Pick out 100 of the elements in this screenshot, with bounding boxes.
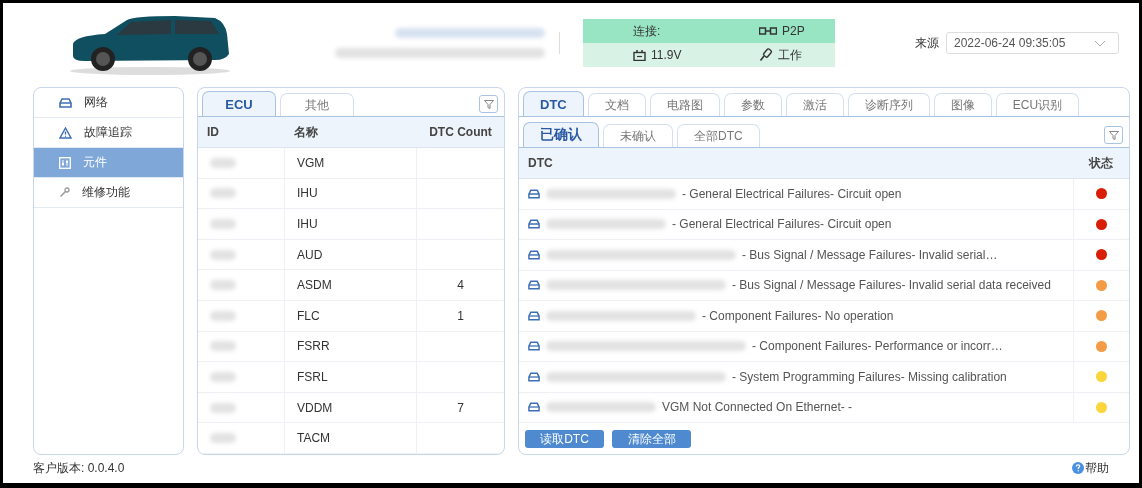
blurred-text	[210, 371, 236, 382]
table-cell: FLC	[285, 300, 417, 331]
ecu-row[interactable]: FSRL	[198, 362, 504, 393]
source-dropdown[interactable]: 2022-06-24 09:35:05	[946, 32, 1119, 54]
dtc-row[interactable]: - System Programming Failures- Missing calibration	[519, 362, 1129, 393]
car-icon	[528, 280, 540, 291]
battery-voltage: 11.9V	[651, 48, 682, 62]
column-header: DTC Count	[428, 125, 493, 139]
column-header: ID	[206, 125, 220, 139]
help-link[interactable]: 帮助	[1072, 459, 1109, 477]
table-cell-text: 7	[456, 399, 465, 417]
table-cell-text: 1	[456, 307, 465, 325]
dtc-row[interactable]: - General Electrical Failures- Circuit open	[519, 179, 1129, 210]
ignition-state: 工作	[778, 46, 802, 64]
table-cell: TACM	[285, 423, 417, 453]
client-version: 客户版本: 0.0.4.0	[33, 459, 125, 477]
source-label: 来源	[915, 34, 939, 52]
sliders-icon	[59, 156, 71, 169]
blurred-text	[210, 310, 236, 321]
help-icon	[1072, 462, 1084, 474]
ecu-tab[interactable]: 其他	[280, 93, 354, 116]
ecu-row[interactable]: VDDM 7	[198, 392, 504, 424]
connection-label: 连接:	[632, 22, 662, 40]
dtc-row[interactable]: - General Electrical Failures- Circuit open	[519, 209, 1129, 240]
sidebar-item[interactable]: 网络	[34, 88, 183, 118]
car-icon	[528, 371, 540, 382]
car-icon	[59, 97, 72, 108]
table-cell: FSRL	[285, 362, 417, 392]
car-icon	[528, 249, 540, 260]
dtc-description: - General Electrical Failures- Circuit open	[672, 217, 892, 232]
dtc-panel-tab[interactable]: 文档	[587, 93, 646, 116]
action-button[interactable]: 清除全部	[612, 430, 691, 448]
blurred-text	[210, 341, 236, 352]
dtc-description: - General Electrical Failures- Circuit open	[682, 186, 902, 201]
chevron-down-icon	[1094, 39, 1106, 47]
blurred-text	[210, 402, 236, 413]
table-cell: AUD	[285, 239, 417, 270]
dtc-panel-tab[interactable]: ECU识别	[995, 93, 1080, 116]
filter-button[interactable]	[479, 95, 498, 113]
sidebar-item[interactable]: 维修功能	[34, 178, 183, 208]
dtc-description: - Bus Signal / Message Failures- Invalid serial…	[742, 247, 998, 262]
dtc-panel-tab[interactable]: 参数	[723, 93, 782, 116]
blurred-text	[210, 433, 236, 444]
blurred-text	[210, 188, 236, 199]
dtc-description: - Bus Signal / Message Failures- Invalid serial data received	[732, 278, 1051, 293]
dtc-filter-tab[interactable]: 全部DTC	[677, 124, 760, 147]
table-cell: IHU	[285, 209, 417, 239]
battery-icon	[633, 49, 646, 61]
blurred-text	[210, 280, 236, 291]
key-icon	[759, 48, 773, 62]
car-icon	[528, 310, 540, 321]
ecu-row[interactable]: VGM	[198, 148, 504, 179]
dtc-row[interactable]: - Bus Signal / Message Failures- Invalid serial…	[519, 240, 1129, 271]
dtc-filter-tab[interactable]: 未确认	[603, 124, 673, 147]
filter-icon	[483, 99, 494, 109]
blurred-text	[210, 219, 236, 229]
dtc-description: - Component Failures- Performance or incorr…	[752, 339, 1003, 354]
blurred-text	[210, 157, 236, 168]
dtc-row[interactable]: - Component Failures- No operation	[519, 301, 1129, 332]
wrench-icon	[59, 187, 70, 198]
dtc-panel-tab[interactable]: DTC	[523, 91, 584, 116]
ecu-row[interactable]: TACM	[198, 423, 504, 454]
dtc-panel-tab[interactable]: 图像	[933, 93, 992, 116]
dtc-description: - System Programming Failures- Missing calibration	[732, 369, 1007, 384]
car-icon	[528, 402, 540, 413]
car-icon	[528, 219, 540, 230]
ecu-row[interactable]: ASDM 4	[198, 270, 504, 301]
dtc-panel-tab[interactable]: 电路图	[649, 93, 720, 116]
dtc-row[interactable]: - Bus Signal / Message Failures- Invalid serial data received	[519, 270, 1129, 301]
ecu-row[interactable]: AUD	[198, 239, 504, 271]
dtc-filter-tab[interactable]: 已确认	[523, 122, 599, 147]
dtc-panel-tab[interactable]: 诊断序列	[847, 93, 930, 116]
ecu-row[interactable]: FSRR	[198, 331, 504, 363]
table-cell: VDDM	[285, 392, 417, 423]
dtc-panel-tab[interactable]: 激活	[785, 93, 844, 116]
ecu-tab[interactable]: ECU	[202, 91, 276, 116]
car-icon	[528, 188, 540, 199]
table-cell: VGM	[285, 148, 417, 178]
car-icon	[528, 341, 540, 352]
table-cell: IHU	[285, 178, 417, 209]
link-icon	[759, 27, 777, 35]
connection-type: P2P	[782, 24, 805, 38]
dtc-description: VGM Not Connected On Ethernet- -	[662, 400, 853, 415]
column-header: 状态	[1087, 154, 1114, 172]
dtc-description: - Component Failures- No operation	[702, 308, 894, 323]
filter-icon	[1108, 130, 1119, 140]
dtc-row[interactable]: VGM Not Connected On Ethernet- -	[519, 392, 1129, 423]
ecu-row[interactable]: FLC 1	[198, 300, 504, 332]
dtc-row[interactable]: - Component Failures- Performance or incorr…	[519, 331, 1129, 362]
table-cell: FSRR	[285, 331, 417, 362]
warning-icon	[59, 126, 72, 139]
ecu-row[interactable]: IHU	[198, 178, 504, 210]
blurred-text	[210, 249, 236, 260]
column-header: 名称	[293, 123, 319, 141]
action-button[interactable]: 读取DTC	[525, 430, 604, 448]
table-cell-text: 4	[456, 277, 465, 295]
column-header: DTC	[527, 156, 554, 170]
filter-button[interactable]	[1104, 126, 1123, 144]
ecu-row[interactable]: IHU	[198, 209, 504, 240]
table-cell: ASDM	[285, 270, 417, 300]
